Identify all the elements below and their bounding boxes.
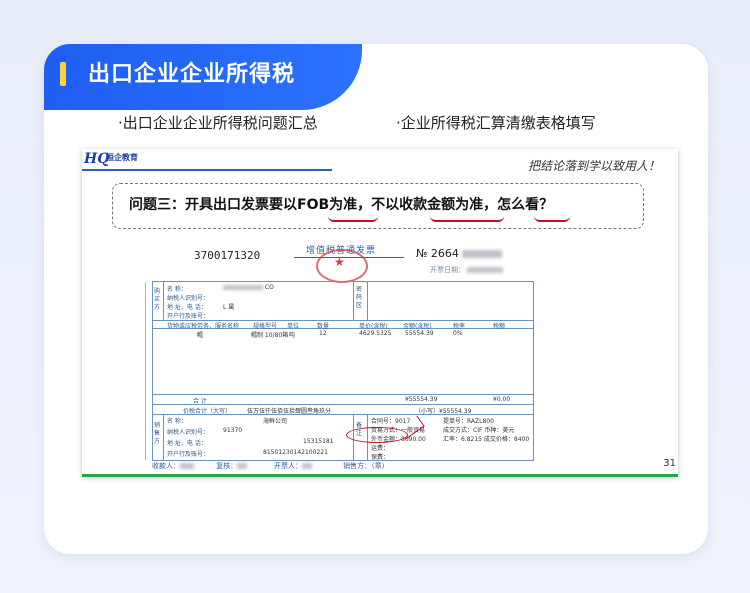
total-tax: ¥0.00: [493, 396, 511, 403]
remark-rate: 汇率：6.8215 成交价格：8400: [443, 436, 530, 443]
remark-bl: 提单号：RAZL800: [443, 418, 494, 425]
seller-taxid-value: 91370: [223, 427, 243, 434]
col-qty: 数量: [317, 323, 330, 330]
item-rate: 0%: [453, 330, 463, 337]
remark-terms: 成交方式：CIF 币种：美元: [443, 427, 515, 434]
tax-total-label: 价税合计（大写）: [183, 408, 232, 415]
subtopic-1: ·出口企业企业所得税问题汇总: [118, 114, 318, 132]
col-unit: 单位: [287, 323, 300, 330]
seller-name-label: 名 称：: [167, 418, 187, 425]
underline-fob: [328, 216, 378, 222]
item-name: 鳕: [197, 332, 204, 339]
total-label: 合 计: [193, 398, 207, 405]
tax-total-small: （小写）¥55554.39: [415, 408, 472, 415]
seller-address-value: 15315181: [303, 438, 334, 445]
invoice-date: 开票日期：: [430, 265, 504, 275]
logo-text: 恒企教育: [106, 153, 138, 162]
col-spec: 规格型号: [253, 323, 278, 330]
seller-name-value: 海鲜公司: [263, 418, 288, 425]
header-rule: [82, 169, 332, 171]
question-box: 问题三：开具出口发票要以FOB为准，不以收款金额为准，怎么看？: [112, 183, 644, 229]
remark-freight: 运费：: [371, 445, 390, 452]
seller-taxid-label: 纳税人识别号：: [167, 429, 210, 436]
question-text: 问题三：开具出口发票要以FOB为准，不以收款金额为准，怎么看？: [129, 197, 554, 213]
col-tax: 税额: [493, 323, 506, 330]
item-qty: 12: [319, 330, 327, 337]
underline-amount: [430, 216, 504, 222]
subtopic-2: ·企业所得税汇算清缴表格填写: [396, 114, 596, 132]
seller-bank-label: 开户行及账号：: [167, 451, 210, 458]
total-amount: ¥55554.39: [405, 396, 438, 403]
buyer-address-value: L 属: [223, 304, 235, 311]
seller-label: 销售方: [154, 422, 161, 445]
buyer-label: 购买方: [154, 288, 161, 311]
col-amount: 金额(含税): [403, 323, 432, 330]
buyer-name-label: 名 称：: [167, 286, 187, 293]
buyer-taxid-label: 纳税人识别号：: [167, 295, 210, 302]
invoice-code: 3700171320: [194, 249, 261, 262]
invoice-image: 3700171320 增值税普通发票 ★ № 2664 开票日期： 购买方 名: [138, 235, 568, 471]
handwritten-motto: 把结论落到学以致用人！: [527, 159, 660, 173]
buyer-bank-label: 开户行及账号：: [167, 313, 210, 320]
seller-address-label: 地 址、电 话：: [167, 440, 207, 447]
seal-star-icon: ★: [334, 255, 345, 269]
title-marker-icon: [60, 62, 66, 86]
item-price: 4629.5325: [359, 330, 392, 337]
col-name: 货物或应税劳务、服务名称: [167, 323, 240, 330]
item-amount: 55554.39: [405, 330, 434, 337]
col-rate: 税率: [453, 323, 466, 330]
underline-how: [534, 216, 570, 222]
item-unit: 吨: [289, 332, 296, 339]
password-label: 密码区: [356, 286, 363, 309]
remark-insurance: 保费：: [371, 454, 390, 461]
page-title: 出口企业企业所得税: [88, 62, 296, 87]
seller-bank-value: 81501230142100221: [263, 449, 328, 456]
slide-footer-rule: [82, 474, 678, 477]
page-number: 31: [663, 458, 676, 469]
invoice-footer: 收款人： 复核： 开票人： 销售方：（章）: [152, 462, 389, 470]
col-price: 单价(含税): [359, 323, 388, 330]
buyer-name-value: CO: [223, 284, 274, 291]
item-spec: 鳕制 10/80箱: [251, 332, 289, 339]
lecture-slide: HQ 恒企教育 把结论落到学以致用人！ 问题三：开具出口发票要以FOB为准，不以…: [82, 149, 678, 477]
tax-total-text: 伍万伍仟伍佰伍拾肆圆叁角玖分: [247, 408, 332, 415]
invoice-number: № 2664: [416, 247, 503, 260]
buyer-address-label: 地 址、电 话：: [167, 304, 207, 311]
invoice-table: 购买方 名 称： 纳税人识别号： 地 址、电 话： 开户行及账号： CO L 属…: [145, 281, 534, 461]
